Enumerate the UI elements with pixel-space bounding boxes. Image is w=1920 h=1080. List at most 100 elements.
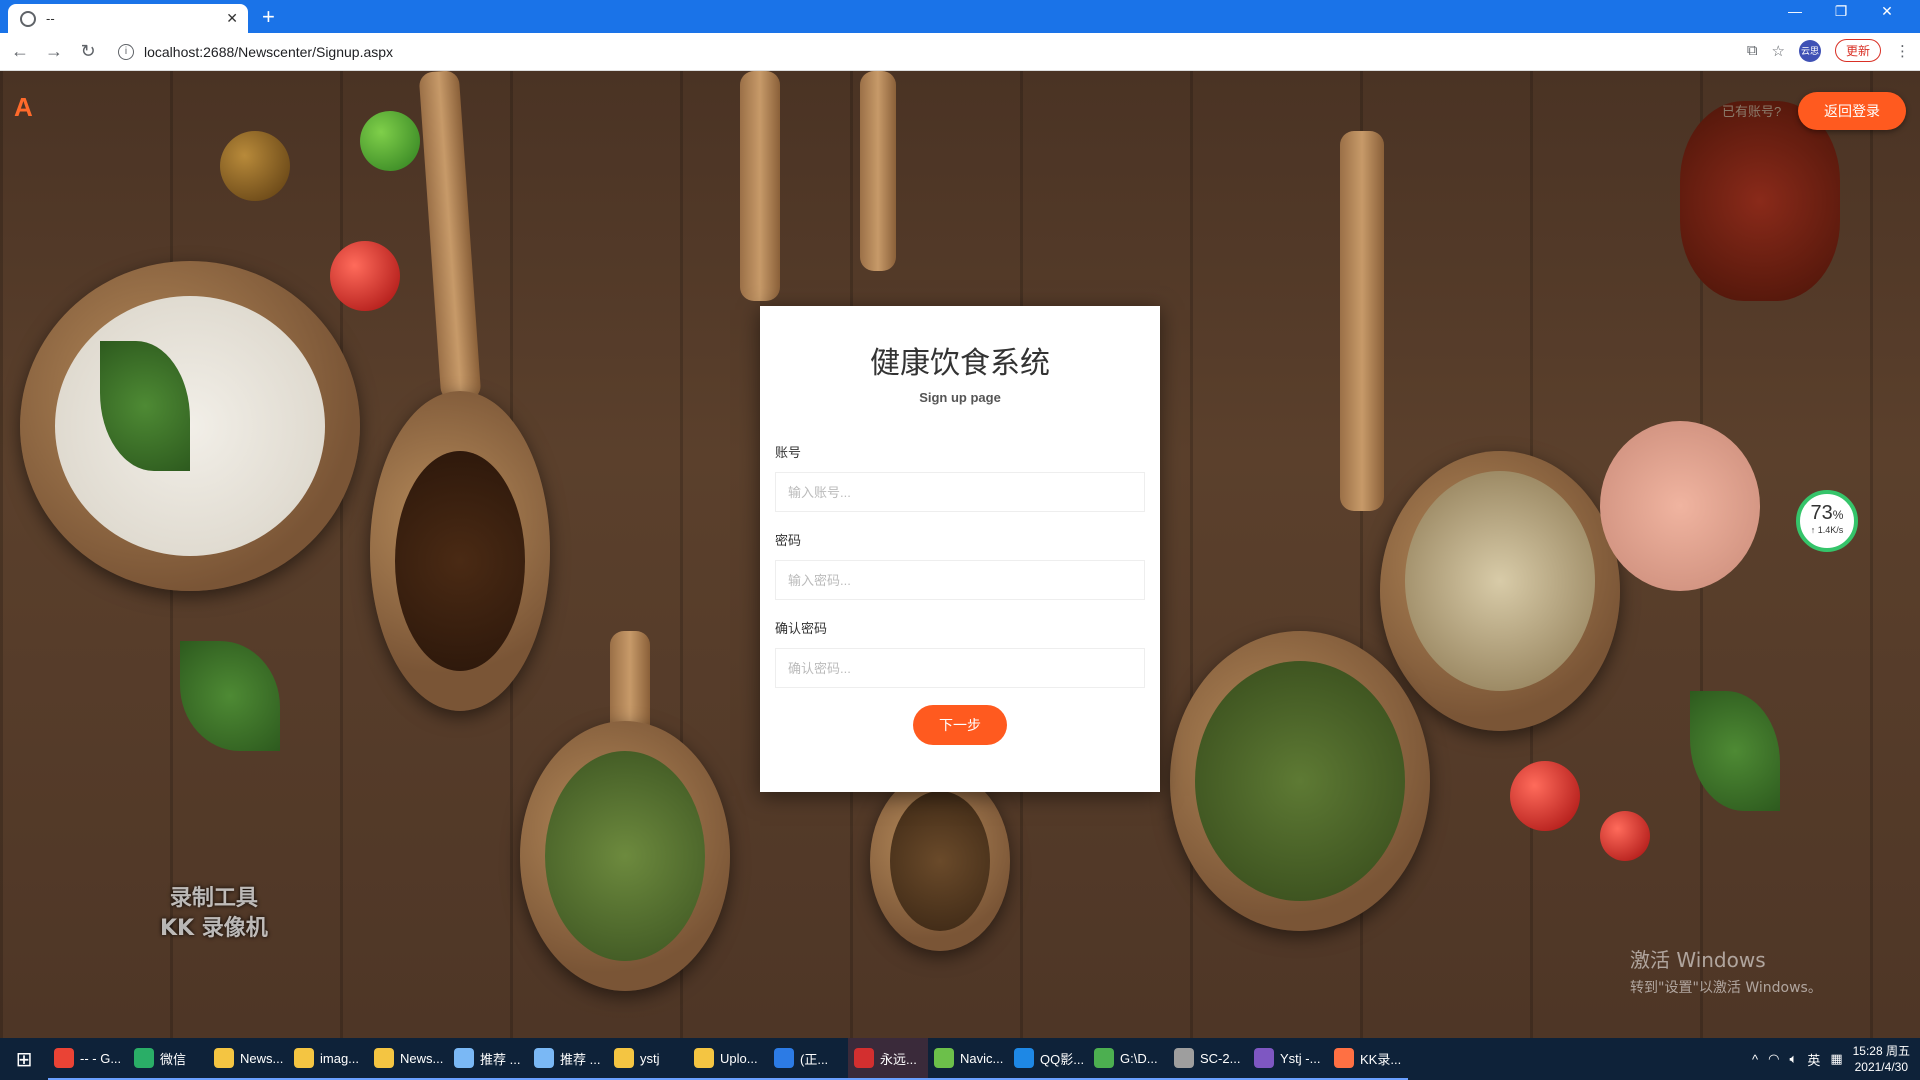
salt-fill [55,296,325,556]
taskbar-item-label: G:\D... [1120,1050,1158,1066]
app-icon [1174,1048,1194,1068]
confirm-password-label: 确认密码 [775,621,828,636]
mint-leaf [180,641,280,751]
app-icon [774,1048,794,1068]
app-icon [534,1048,554,1068]
ime-indicator[interactable]: 英 [1807,1050,1820,1069]
taskbar-item[interactable]: imag... [288,1038,368,1080]
taskbar-item[interactable]: 微信 [128,1038,208,1080]
pink-salt [1600,421,1760,591]
taskbar-item[interactable]: KK录... [1328,1038,1408,1080]
watermark-line1: 录制工具 [169,886,258,911]
taskbar-item-label: Ystj -... [1280,1050,1321,1066]
app-icon [694,1048,714,1068]
app-icon [854,1048,874,1068]
seeds-fill [890,791,990,931]
taskbar-item-label: 推荐 ... [480,1051,521,1067]
taskbar-item[interactable]: ystj [608,1038,688,1080]
taskbar-item[interactable]: (正... [768,1038,848,1080]
forward-icon[interactable]: → [40,41,68,62]
taskbar-item[interactable]: News... [368,1038,448,1080]
password-input[interactable] [775,560,1145,600]
app-icon [614,1048,634,1068]
taskbar-item-label: 永远... [880,1051,917,1067]
taskbar-item[interactable]: Uplo... [688,1038,768,1080]
window-controls: — ❐ ✕ [1772,3,1910,20]
address-bar[interactable]: i localhost:2688/Newscenter/Signup.aspx [118,43,394,60]
back-to-login-button[interactable]: 返回登录 [1798,92,1906,130]
windows-start-icon[interactable]: ⊞ [0,1038,48,1080]
clock[interactable]: 15:28 周五 2021/4/30 [1853,1043,1910,1075]
account-input[interactable] [775,472,1145,512]
volume-icon[interactable]: 🔈︎ [1790,1051,1798,1067]
herbs-fill [545,751,705,961]
translate-icon[interactable]: ⧉ [1747,42,1758,59]
taskbar-item[interactable]: News... [208,1038,288,1080]
taskbar-item[interactable]: -- - G... [48,1038,128,1080]
star-icon[interactable]: ☆ [1772,42,1785,60]
taskbar-item[interactable]: 推荐 ... [448,1038,528,1080]
info-icon[interactable]: i [118,43,134,60]
taskbar-item-label: (正... [800,1051,829,1067]
app-icon [1014,1048,1034,1068]
taskbar-item[interactable]: SC-2... [1168,1038,1248,1080]
tab-title: -- [46,11,55,26]
app-icon [54,1048,74,1068]
profile-avatar[interactable]: 云思 [1798,39,1821,62]
peppercorn-fill [1405,471,1595,691]
activate-line2: 转到"设置"以激活 Windows。 [1630,980,1822,996]
taskbar-item-label: KK录... [1360,1051,1402,1067]
keyboard-icon[interactable]: ▦ [1830,1051,1842,1067]
back-icon[interactable]: ← [6,41,34,62]
network-speed-widget[interactable]: 73% ↑ 1.4K/s [1796,490,1858,552]
wifi-icon[interactable]: ◠ [1768,1051,1779,1067]
close-icon[interactable]: ✕ [226,10,238,27]
tomato-right [1510,761,1580,831]
app-icon [1094,1048,1114,1068]
taskbar-items: -- - G... 微信 News... imag... News... 推荐 ... 推荐… [48,1038,1408,1080]
menu-icon[interactable]: ⋮ [1895,42,1910,60]
taskbar-item[interactable]: 推荐 ... [528,1038,608,1080]
app-icon [1334,1048,1354,1068]
taskbar-item[interactable]: Ystj -... [1248,1038,1328,1080]
speed-rate: ↑ 1.4K/s [1810,525,1844,535]
taskbar-item-label: News... [400,1050,444,1066]
speed-percent: 73 [1810,502,1833,524]
app-icon [214,1048,234,1068]
green-tomato [360,111,420,171]
clock-time: 15:28 周五 [1852,1044,1910,1058]
minimize-icon[interactable]: — [1772,3,1818,20]
update-button[interactable]: 更新 [1834,39,1881,62]
taskbar-item-label: -- - G... [80,1050,122,1066]
new-tab-button[interactable]: + [262,4,275,30]
site-logo[interactable]: A [14,92,33,123]
restore-icon[interactable]: ❐ [1818,3,1864,20]
app-icon [454,1048,474,1068]
app-icon [294,1048,314,1068]
url-text: localhost:2688/Newscenter/Signup.aspx [144,43,394,60]
account-label: 账号 [775,445,802,460]
confirm-password-input[interactable] [775,648,1145,688]
taskbar-item-label: 微信 [160,1051,187,1067]
taskbar-item[interactable]: G:\D... [1088,1038,1168,1080]
page-subtitle: Sign up page [919,390,1001,405]
system-title: 健康饮食系统 [870,346,1050,381]
next-step-button[interactable]: 下一步 [913,705,1007,745]
browser-tab[interactable]: -- ✕ [8,4,248,33]
signup-card: 健康饮食系统 Sign up page 账号 密码 确认密码 下一步 [760,306,1160,792]
taskbar-item-label: QQ影... [1040,1051,1085,1067]
spoon-handle-5 [1340,131,1384,511]
spoon-handle-3 [860,71,896,271]
recorder-watermark: 录制工具 KK 录像机 [160,884,268,944]
password-label: 密码 [775,533,802,548]
taskbar-item[interactable]: 永远... [848,1038,928,1080]
taskbar-item-label: SC-2... [1200,1050,1241,1066]
taskbar-item[interactable]: Navic... [928,1038,1008,1080]
dried-chili [1680,101,1840,301]
reload-icon[interactable]: ↻ [74,41,102,62]
activate-windows-notice: 激活 Windows 转到"设置"以激活 Windows。 [1630,944,1822,997]
window-close-icon[interactable]: ✕ [1864,3,1910,20]
tray-chevron-icon[interactable]: ^ [1752,1052,1758,1067]
watermark-line2: KK 录像机 [160,916,268,941]
taskbar-item[interactable]: QQ影... [1008,1038,1088,1080]
